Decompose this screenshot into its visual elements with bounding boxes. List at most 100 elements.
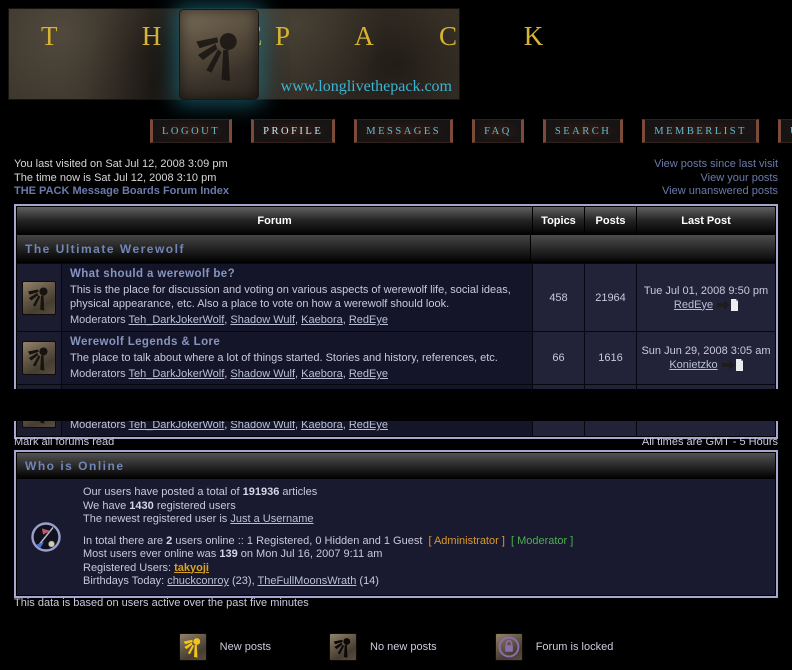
last-post-user-link[interactable]: RedEye: [674, 299, 713, 311]
online-prefix: In total there are: [83, 534, 164, 547]
forum-page: T H E P A C K www.longlivethepack.com LO…: [0, 0, 792, 670]
last-post-user-line: Konietzko: [669, 358, 743, 372]
screenshot-black-band: [0, 389, 792, 421]
icon-legend: New posts No new posts Forum is locked: [0, 633, 792, 661]
forum-status-icon: [22, 280, 56, 315]
board-index-title: THE PACK Message Boards Forum Index: [14, 185, 229, 197]
pack-sigil-icon: [26, 285, 52, 311]
moderator-link[interactable]: RedEye: [349, 314, 388, 326]
banner-title-the: T H E: [41, 21, 302, 51]
moderator-link[interactable]: Teh_DarkJokerWolf: [129, 368, 225, 380]
nav-memberlist-button[interactable]: MEMBERLIST: [642, 119, 759, 143]
lock-icon: [497, 635, 521, 659]
moderators-label: Moderators: [70, 368, 126, 380]
moderator-link[interactable]: Shadow Wulf: [230, 314, 295, 326]
registered-prefix: We have: [83, 499, 127, 512]
last-post-user-line: RedEye: [674, 298, 739, 312]
registered-users-line: Registered Users: takyoji: [83, 562, 767, 576]
site-banner: T H E P A C K www.longlivethepack.com: [8, 8, 543, 100]
goto-latest-post-icon[interactable]: [721, 359, 743, 372]
status-right: View posts since last visit View your po…: [654, 158, 778, 199]
table-row: What should a werewolf be? This is the p…: [17, 263, 775, 331]
moderators-line: Moderators Teh_DarkJokerWolf, Shadow Wul…: [70, 368, 524, 381]
moderator-link[interactable]: RedEye: [349, 368, 388, 380]
last-post-cell: Tue Jul 01, 2008 9:50 pm RedEye: [636, 264, 775, 331]
table-footer-strip: Mark all forums read All times are GMT -…: [14, 436, 778, 448]
legend-label: No new posts: [370, 641, 437, 653]
online-count: 2: [166, 534, 173, 547]
nav-search-button[interactable]: SEARCH: [542, 119, 624, 143]
separator: ,: [224, 368, 228, 380]
who-is-online-title: Who is Online: [17, 453, 775, 479]
nav-messages-button[interactable]: MESSAGES: [354, 119, 454, 143]
most-users-line: Most users ever online was 139 on Mon Ju…: [83, 548, 767, 562]
topics-count: 458: [532, 264, 584, 331]
birthday-user-link[interactable]: chuckconroy: [167, 575, 229, 587]
online-total-line: In total there are 2 users online :: 1 R…: [83, 535, 767, 549]
moderator-link[interactable]: Shadow Wulf: [230, 368, 295, 380]
articles-line: Our users have posted a total of 191936 …: [83, 486, 767, 500]
main-nav: LOGOUT PROFILE MESSAGES FAQ SEARCH MEMBE…: [0, 119, 792, 143]
table-header-row: Forum Topics Posts Last Post: [17, 207, 775, 235]
newest-user-link[interactable]: Just a Username: [230, 513, 313, 525]
category-link[interactable]: The Ultimate Werewolf: [17, 235, 530, 263]
last-post-user-link[interactable]: Konietzko: [669, 359, 717, 371]
pack-sigil-icon: [26, 345, 52, 371]
moderator-link[interactable]: Teh_DarkJokerWolf: [129, 314, 225, 326]
online-users-icon: [31, 522, 61, 552]
forum-icon-cell: [17, 332, 61, 384]
articles-count: 191936: [242, 486, 280, 498]
legend-item-new-posts: New posts: [178, 633, 271, 661]
column-header-last-post: Last Post: [636, 207, 775, 235]
most-count: 139: [219, 548, 238, 560]
who-is-online-body: Our users have posted a total of 191936 …: [17, 479, 775, 595]
birthday-user-link[interactable]: TheFullMoonsWrath: [258, 575, 357, 587]
timezone-text: All times are GMT - 5 Hours: [641, 436, 778, 448]
moderator-link[interactable]: Kaebora: [301, 368, 343, 380]
moderator-link[interactable]: Kaebora: [301, 314, 343, 326]
site-url: www.longlivethepack.com: [280, 78, 452, 95]
time-now-text: The time now is Sat Jul 12, 2008 3:10 pm: [14, 171, 217, 184]
who-content: Our users have posted a total of 191936 …: [75, 479, 775, 595]
column-header-topics: Topics: [532, 207, 584, 235]
moderators-line: Moderators Teh_DarkJokerWolf, Shadow Wul…: [70, 314, 524, 327]
posts-count: 1616: [584, 332, 636, 384]
who-icon-cell: [17, 479, 75, 595]
most-prefix: Most users ever online was: [83, 548, 217, 560]
administrator-legend: [ Administrator ]: [428, 534, 505, 547]
nav-profile-button[interactable]: PROFILE: [251, 119, 336, 143]
last-post-date: Sun Jun 29, 2008 3:05 am: [641, 345, 771, 357]
category-row-filler: [530, 235, 775, 263]
online-suffix: users online :: 1 Registered, 0 Hidden a…: [175, 534, 423, 547]
table-row: Werewolf Legends & Lore The place to tal…: [17, 331, 775, 384]
mark-all-forums-read-link[interactable]: Mark all forums read: [14, 436, 114, 448]
nav-usergroups-button[interactable]: USERGROUPS: [777, 119, 792, 143]
legend-label: Forum is locked: [535, 641, 614, 653]
articles-suffix: articles: [282, 486, 318, 498]
view-posts-since-link[interactable]: View posts since last visit: [654, 158, 778, 172]
no-new-posts-icon: [329, 633, 358, 661]
most-suffix: on Mon Jul 16, 2007 9:11 am: [240, 548, 383, 560]
separator: ,: [295, 368, 299, 380]
status-left: You last visited on Sat Jul 12, 2008 3:0…: [14, 158, 229, 199]
posts-count: 21964: [584, 264, 636, 331]
forum-title-link[interactable]: Werewolf Legends & Lore: [70, 336, 524, 349]
status-strip: You last visited on Sat Jul 12, 2008 3:0…: [14, 158, 778, 199]
newest-prefix: The newest registered user is: [83, 513, 228, 525]
articles-prefix: Our users have posted a total of: [83, 486, 240, 498]
forum-locked-icon: [494, 633, 523, 661]
view-your-posts-link[interactable]: View your posts: [654, 172, 778, 186]
nav-faq-button[interactable]: FAQ: [472, 119, 524, 143]
new-posts-icon: [178, 633, 207, 661]
online-user-link[interactable]: takyoji: [174, 562, 209, 574]
column-header-forum: Forum: [257, 215, 292, 227]
newest-user-line: The newest registered user is Just a Use…: [83, 513, 767, 527]
forum-title-link[interactable]: What should a werewolf be?: [70, 268, 524, 281]
nav-logout-button[interactable]: LOGOUT: [150, 119, 233, 143]
pack-sigil-icon: [182, 636, 204, 658]
topics-count: 66: [532, 332, 584, 384]
goto-latest-post-icon[interactable]: [717, 298, 739, 311]
moderators-label: Moderators: [70, 314, 126, 326]
view-unanswered-posts-link[interactable]: View unanswered posts: [654, 185, 778, 199]
